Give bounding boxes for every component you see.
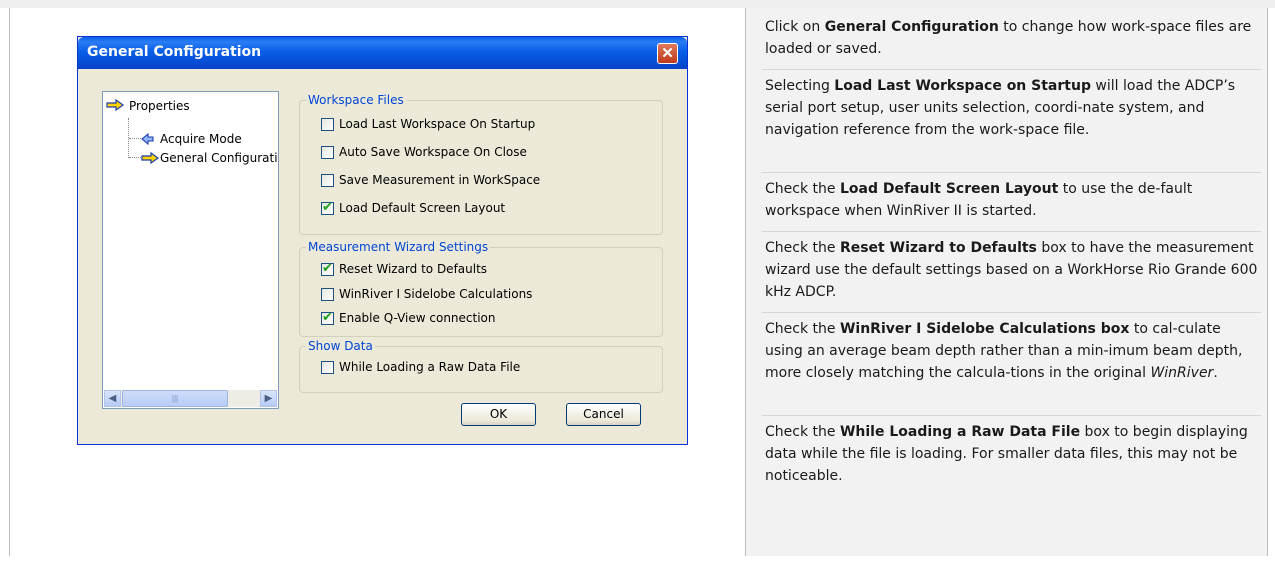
- check-mark-icon: ✔: [322, 261, 333, 276]
- show-data-legend: Show Data: [308, 339, 373, 353]
- dialog-title: General Configuration: [87, 44, 262, 60]
- help-paragraph: Check the Load Default Screen Layout to …: [765, 181, 1193, 219]
- close-icon: ✕: [661, 45, 674, 62]
- cancel-button[interactable]: Cancel: [566, 403, 641, 426]
- arrow-right-icon: [141, 152, 159, 164]
- ok-button[interactable]: OK: [461, 403, 536, 426]
- scroll-thumb[interactable]: |||: [122, 390, 228, 407]
- diamond-arrow-icon: [141, 133, 154, 145]
- tree-item-acquire-mode[interactable]: Acquire Mode: [160, 132, 242, 146]
- checkbox-box[interactable]: ✔: [321, 200, 334, 215]
- check-mark-icon: ✔: [322, 200, 333, 215]
- title-bar[interactable]: General Configuration ✕: [78, 37, 687, 69]
- arrow-right-icon: [106, 99, 124, 111]
- help-divider: [762, 69, 1261, 70]
- scroll-left-button[interactable]: ◀: [104, 390, 121, 407]
- help-divider: [762, 415, 1261, 416]
- properties-tree[interactable]: Properties Acquire Mode General Configur…: [102, 91, 279, 409]
- general-configuration-dialog: General Configuration ✕ Properties Acqui…: [77, 36, 688, 445]
- help-paragraph: Check the WinRiver I Sidelobe Calculatio…: [765, 321, 1243, 381]
- tree-connector: [129, 138, 141, 139]
- tree-item-properties[interactable]: Properties: [129, 99, 190, 113]
- measurement-wizard-legend: Measurement Wizard Settings: [308, 240, 489, 254]
- horizontal-scrollbar[interactable]: ◀ ||| ▶: [104, 390, 277, 407]
- close-button[interactable]: ✕: [657, 43, 678, 64]
- checkbox-box[interactable]: [321, 288, 334, 301]
- help-paragraph: Check the Reset Wizard to Defaults box t…: [765, 240, 1258, 300]
- scroll-right-button[interactable]: ▶: [260, 390, 277, 407]
- top-band: [0, 0, 1275, 8]
- help-divider: [762, 312, 1261, 313]
- help-paragraph: Click on General Configuration to change…: [765, 19, 1252, 57]
- help-divider: [762, 231, 1261, 232]
- checkbox-box[interactable]: [321, 174, 334, 187]
- tree-item-general-configuration[interactable]: General Configuratic: [160, 151, 278, 165]
- help-paragraph: Selecting Load Last Workspace on Startup…: [765, 78, 1236, 138]
- help-paragraph: Check the While Loading a Raw Data File …: [765, 424, 1248, 484]
- tree-connector: [129, 157, 141, 158]
- workspace-files-legend: Workspace Files: [308, 93, 404, 107]
- checkbox-box[interactable]: [321, 361, 334, 374]
- checkbox-box[interactable]: [321, 118, 334, 131]
- help-divider: [762, 172, 1261, 173]
- check-mark-icon: ✔: [322, 310, 333, 325]
- checkbox-box[interactable]: [321, 146, 334, 159]
- checkbox-box[interactable]: ✔: [321, 261, 334, 276]
- help-panel: Click on General Configuration to change…: [745, 8, 1267, 556]
- checkbox-box[interactable]: ✔: [321, 310, 334, 325]
